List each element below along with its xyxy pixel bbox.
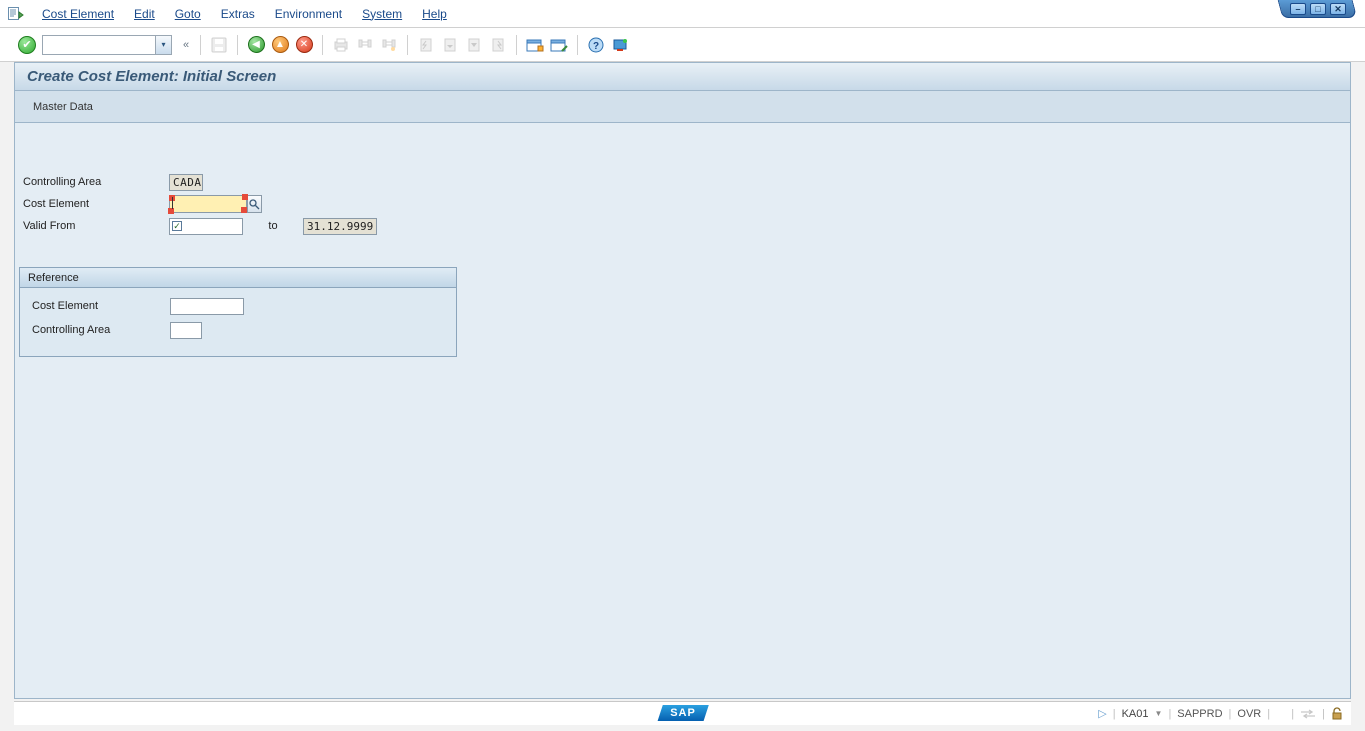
status-system: SAPPRD (1177, 708, 1222, 720)
status-mode: OVR (1237, 708, 1261, 720)
reference-groupbox: Reference Cost Element Controlling Area (19, 267, 457, 357)
first-page-icon[interactable] (417, 36, 435, 54)
page-title: Create Cost Element: Initial Screen (15, 63, 1350, 91)
cost-element-label: Cost Element (19, 198, 169, 210)
window-controls: – □ ✕ (1280, 0, 1355, 28)
menu-doc-icon[interactable] (6, 6, 26, 22)
status-switch-icon[interactable] (1300, 708, 1316, 720)
cancel-button[interactable]: ✕ (295, 36, 313, 54)
save-icon[interactable] (210, 36, 228, 54)
find-icon[interactable] (356, 36, 374, 54)
menu-item-environment[interactable]: Environment (265, 3, 352, 25)
ref-controlling-area-label: Controlling Area (28, 324, 170, 336)
menu-item-goto[interactable]: Goto (165, 3, 211, 25)
valid-from-field[interactable]: ✓ (169, 218, 243, 235)
find-next-icon[interactable] (380, 36, 398, 54)
print-icon[interactable] (332, 36, 350, 54)
menu-item-cost-element[interactable]: Cost Element (32, 3, 124, 25)
prev-page-icon[interactable] (441, 36, 459, 54)
menu-item-system[interactable]: System (352, 3, 412, 25)
valid-from-label: Valid From (19, 220, 169, 232)
maximize-button[interactable]: □ (1309, 3, 1325, 15)
command-dropdown-icon[interactable]: ▾ (155, 36, 171, 54)
ref-controlling-area-field[interactable] (170, 322, 202, 339)
controlling-area-field[interactable]: CADA (169, 174, 203, 191)
help-icon[interactable]: ? (587, 36, 605, 54)
cost-element-field[interactable] (169, 195, 247, 213)
status-lock-icon[interactable] (1331, 707, 1343, 721)
application-toolbar: Master Data (15, 91, 1350, 123)
next-page-icon[interactable] (465, 36, 483, 54)
layout-icon[interactable] (611, 36, 629, 54)
checkbox-icon: ✓ (172, 221, 182, 231)
close-button[interactable]: ✕ (1329, 3, 1345, 15)
shortcut-icon[interactable] (550, 36, 568, 54)
ref-cost-element-field[interactable] (170, 298, 244, 315)
sap-logo: SAP (660, 705, 706, 721)
ref-cost-element-label: Cost Element (28, 300, 170, 312)
back-button[interactable]: ◀ (247, 36, 265, 54)
collapse-icon[interactable]: « (178, 37, 194, 53)
valid-to-label: to (243, 220, 303, 232)
command-field[interactable]: ▾ (42, 35, 172, 55)
valid-to-field[interactable]: 31.12.9999 (303, 218, 377, 235)
main-content: Create Cost Element: Initial Screen Mast… (14, 62, 1351, 699)
master-data-button[interactable]: Master Data (33, 101, 93, 113)
menu-item-extras[interactable]: Extras (211, 3, 265, 25)
status-arrow-icon[interactable]: ▷ (1098, 707, 1106, 720)
minimize-button[interactable]: – (1289, 3, 1305, 15)
cost-element-f4-icon[interactable] (247, 195, 262, 213)
status-tcode[interactable]: KA01 (1122, 708, 1149, 720)
controlling-area-label: Controlling Area (19, 176, 169, 188)
reference-title: Reference (20, 268, 456, 288)
new-session-icon[interactable] (526, 36, 544, 54)
svg-text:?: ? (593, 41, 599, 52)
exit-button[interactable]: ▲ (271, 36, 289, 54)
menu-item-help[interactable]: Help (412, 3, 457, 25)
menu-item-edit[interactable]: Edit (124, 3, 165, 25)
last-page-icon[interactable] (489, 36, 507, 54)
menu-bar: Cost Element Edit Goto Extras Environmen… (0, 0, 1365, 28)
status-bar: SAP ▷ | KA01 ▼ | SAPPRD | OVR | | | (14, 701, 1351, 725)
enter-button[interactable]: ✔ (18, 36, 36, 54)
standard-toolbar: ✔ ▾ « ◀ ▲ ✕ ? (0, 28, 1365, 62)
